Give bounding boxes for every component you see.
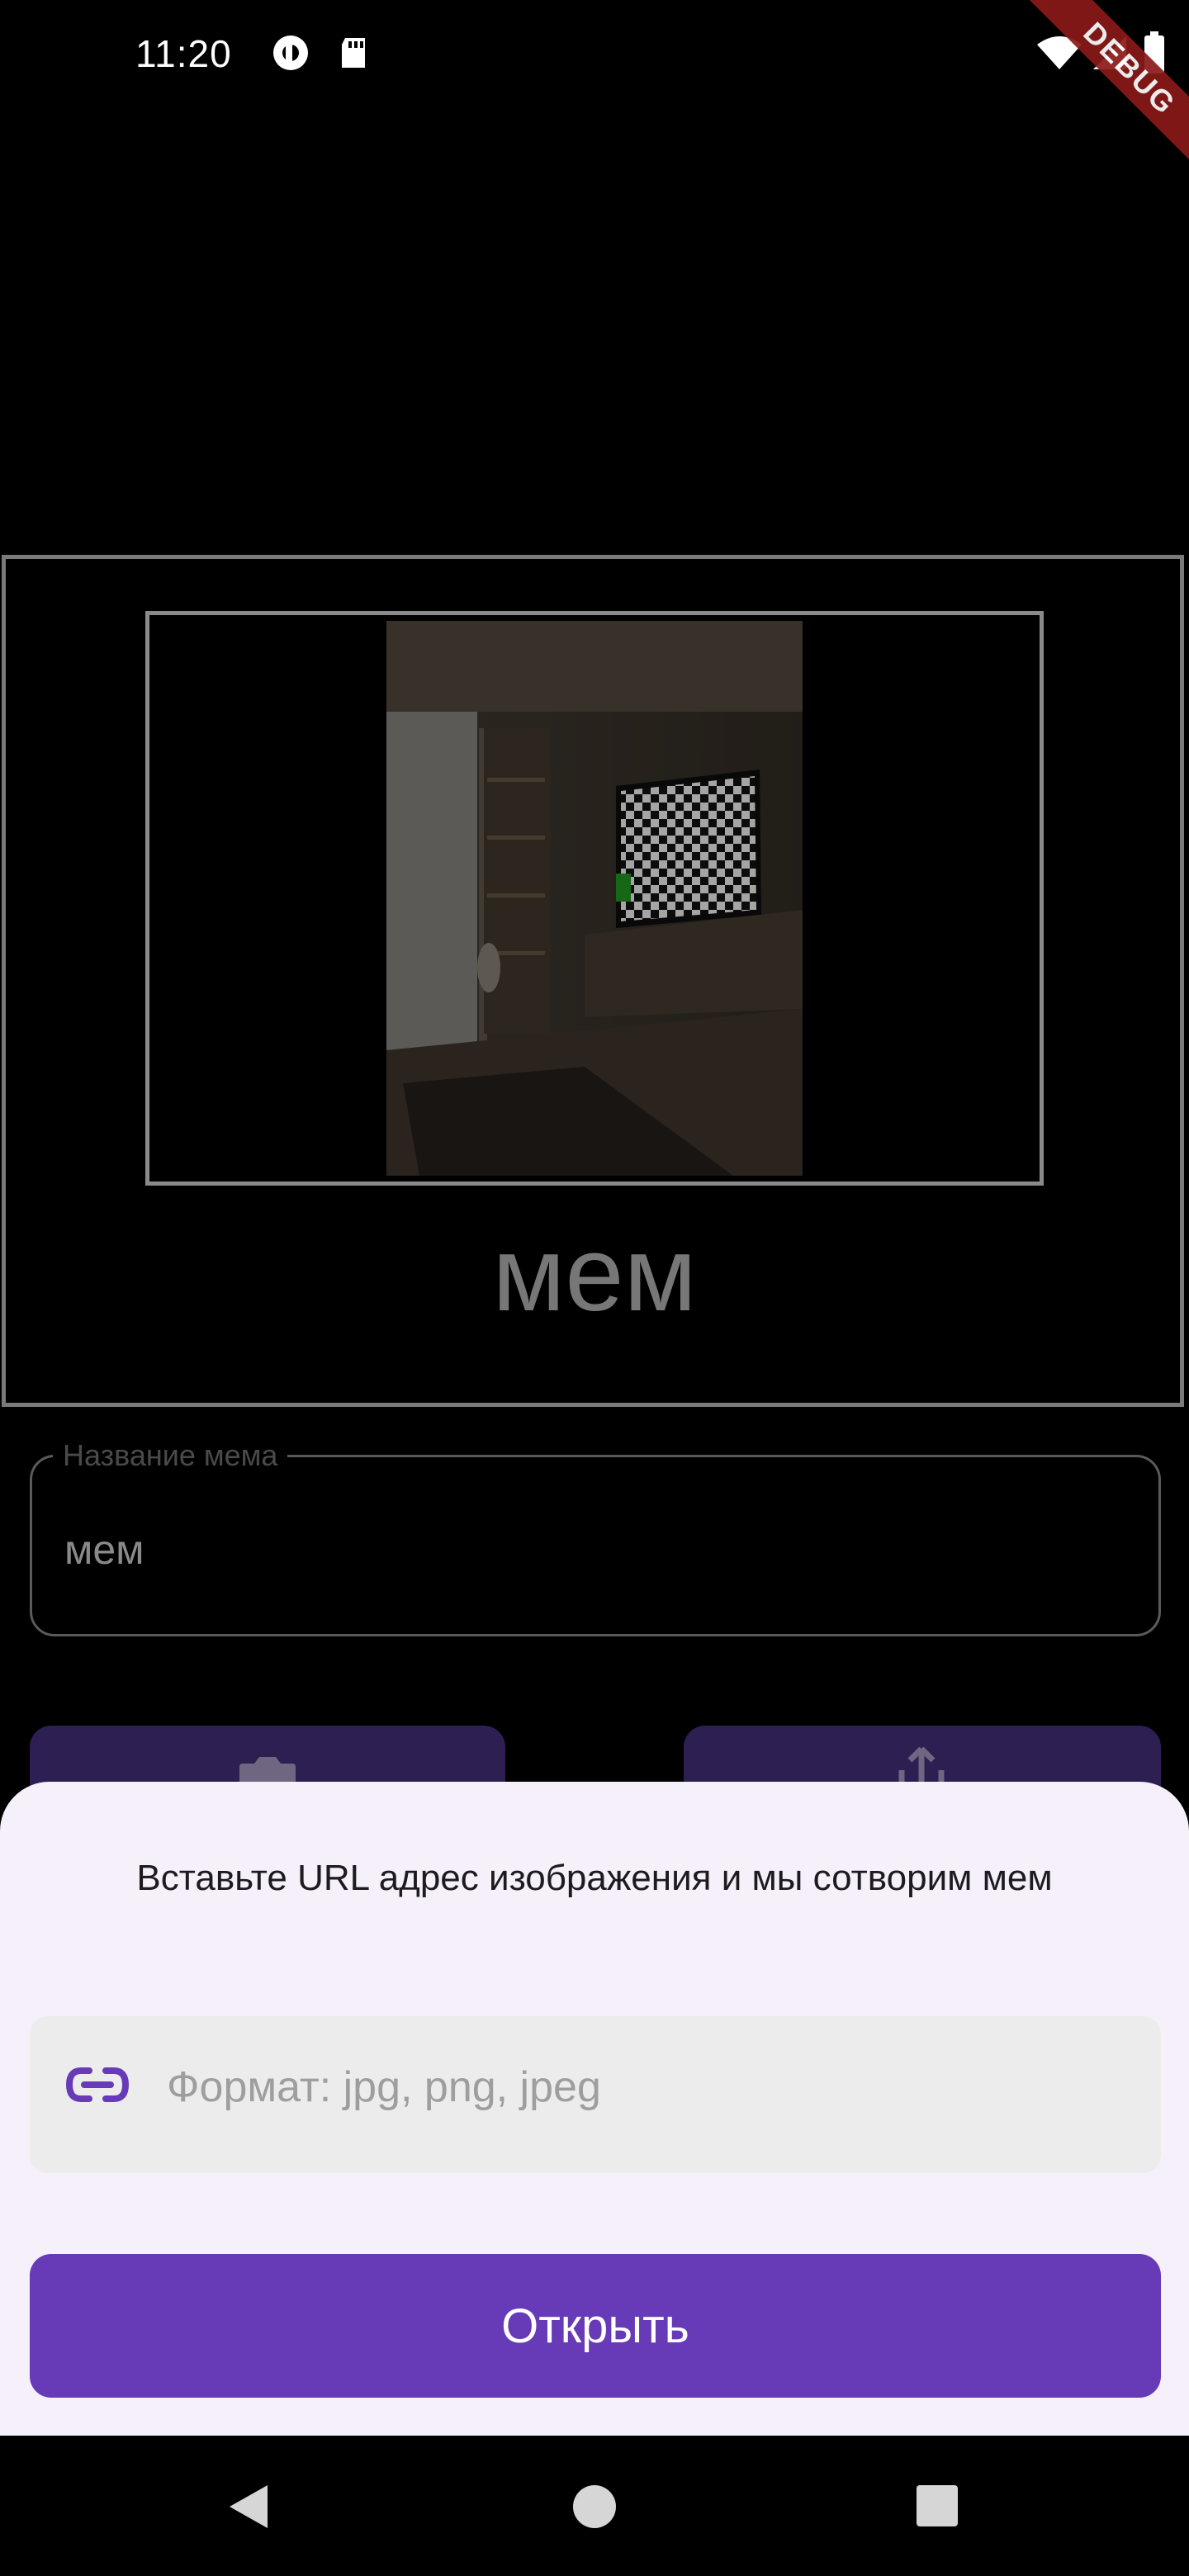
sheet-title: Вставьте URL адрес изображения и мы сотв… (136, 1858, 1053, 1898)
url-placeholder: Формат: jpg, png, jpeg (167, 2063, 601, 2111)
link-icon (65, 2067, 130, 2102)
pocket-casts-icon (273, 36, 308, 70)
status-time: 11:20 (135, 32, 232, 75)
home-icon[interactable] (571, 2484, 618, 2530)
debug-banner: DEBUG (1007, 0, 1189, 182)
back-icon[interactable] (225, 2482, 271, 2531)
meme-name-label: Название мема (53, 1438, 288, 1473)
open-button[interactable]: Открыть (30, 2254, 1161, 2398)
meme-caption: мем (492, 1215, 697, 1333)
meme-image (386, 621, 803, 1176)
meme-name-field[interactable] (30, 1455, 1161, 1636)
recents-icon[interactable] (915, 2484, 959, 2528)
meme-name-value[interactable]: мем (64, 1526, 144, 1574)
sd-card-icon (342, 38, 365, 68)
